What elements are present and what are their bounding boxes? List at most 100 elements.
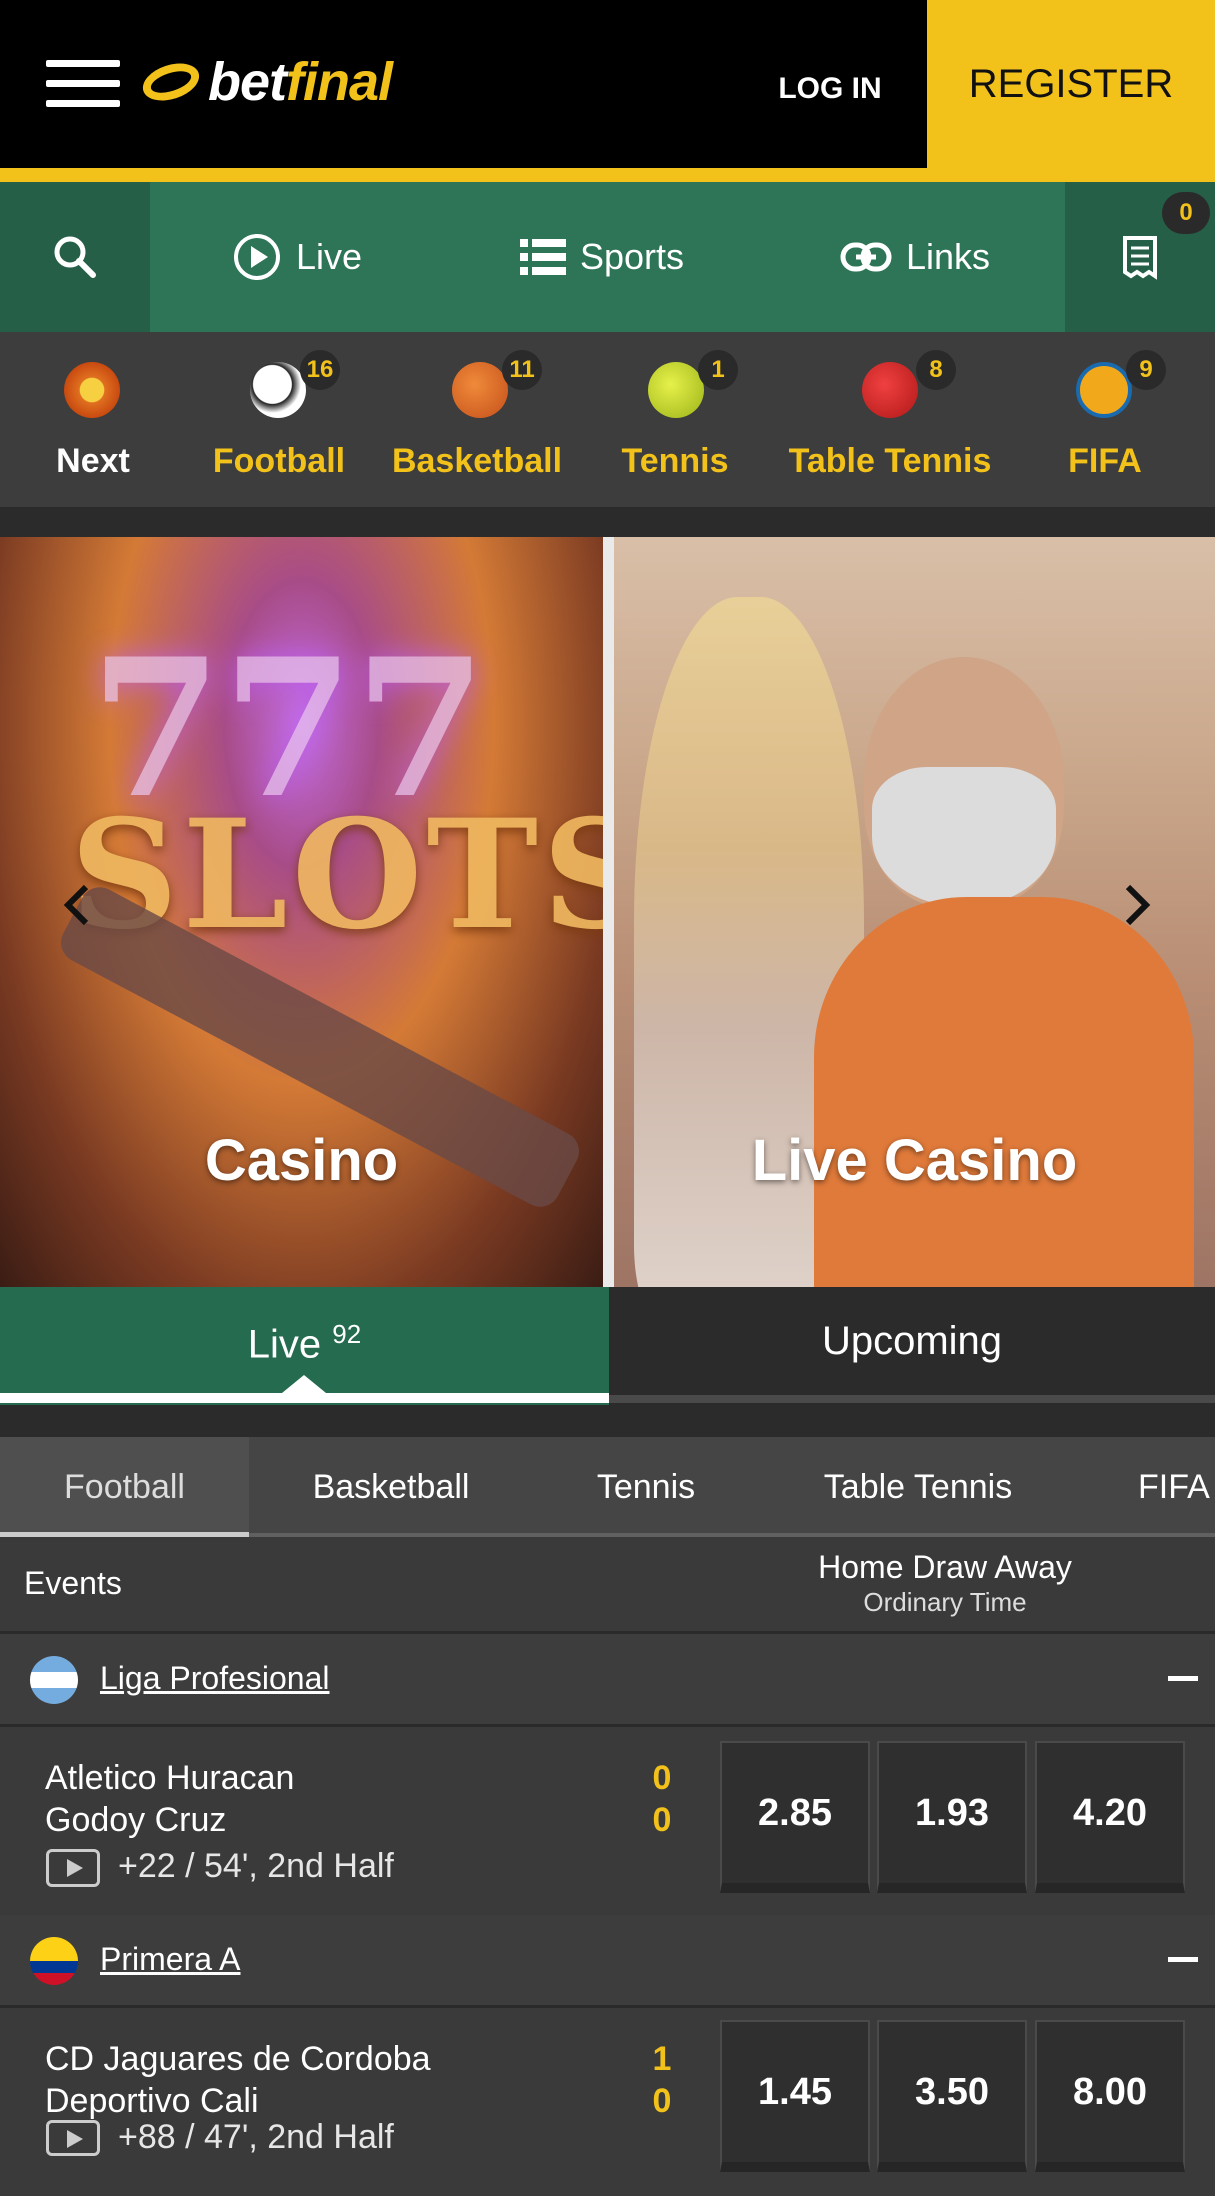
league-name[interactable]: Primera A [100, 1941, 240, 1978]
nav-links: Live Sports Links [150, 182, 1065, 332]
play-circle-icon [234, 234, 280, 280]
main-nav: Live Sports Links [0, 182, 1215, 332]
separator [0, 507, 1215, 537]
nav-sports-label: Sports [580, 236, 685, 277]
nav-live-label: Live [296, 236, 363, 277]
nav-links-label: Links [906, 236, 991, 277]
sport-football[interactable]: 16 Football [186, 332, 372, 507]
events-label: Events [24, 1565, 122, 1601]
colombia-flag-icon [30, 1937, 78, 1985]
filter-tab-fifa[interactable]: FIFA [1077, 1437, 1215, 1537]
sport-next[interactable]: Next [0, 332, 186, 507]
logo-text: betfinal [208, 52, 393, 112]
tab-underline [609, 1395, 1215, 1403]
odd-home-button[interactable]: 1.45 [720, 2020, 870, 2172]
away-score: 0 [652, 2082, 672, 2120]
sport-count: 8 [916, 350, 956, 390]
tab-upcoming[interactable]: Upcoming [609, 1287, 1215, 1405]
sport-label: Basketball [391, 442, 563, 480]
filter-tab-tennis[interactable]: Tennis [533, 1437, 759, 1537]
filter-tab-table-tennis[interactable]: Table Tennis [759, 1437, 1077, 1537]
table-tennis-icon [862, 362, 918, 418]
sport-label: Table Tennis [788, 442, 992, 480]
filter-tab-basketball[interactable]: Basketball [249, 1437, 533, 1537]
beard-image [872, 767, 1056, 907]
away-team: Godoy Cruz [45, 1801, 227, 1839]
home-score: 1 [652, 2040, 672, 2078]
sport-count: 1 [698, 350, 738, 390]
odd-away-button[interactable]: 8.00 [1035, 2020, 1185, 2172]
live-upcoming-tabs: Live 92 Upcoming [0, 1287, 1215, 1405]
nav-links-item[interactable]: Links [840, 182, 990, 332]
sport-label: Next [56, 442, 130, 480]
tab-live-label: Live [247, 1322, 322, 1367]
football-icon [250, 362, 306, 418]
home-team: Atletico Huracan [45, 1759, 295, 1797]
market-label: Home Draw Away [818, 1549, 1072, 1585]
header-accent-line [0, 168, 1215, 182]
basketball-icon [452, 362, 508, 418]
sport-tennis[interactable]: 1 Tennis [582, 332, 768, 507]
sport-fifa[interactable]: 9 FIFA [1012, 332, 1198, 507]
fifa-icon [1076, 362, 1132, 418]
tab-live[interactable]: Live 92 [0, 1287, 609, 1405]
tab-upcoming-label: Upcoming [821, 1319, 1003, 1363]
login-button[interactable]: LOG IN [750, 72, 910, 106]
sport-label: FIFA [1068, 442, 1142, 480]
chevron-left-icon [63, 884, 89, 926]
live-count: 92 [332, 1319, 362, 1349]
sport-count: 16 [300, 350, 340, 390]
match-row[interactable]: Atletico Huracan Godoy Cruz 0 0 +22 / 54… [0, 1727, 1215, 1915]
betslip-icon [1123, 236, 1157, 280]
tennis-ball-icon [648, 362, 704, 418]
link-icon [840, 242, 892, 272]
active-tab-pointer [282, 1375, 326, 1393]
match-info: +88 / 47', 2nd Half [118, 2118, 394, 2156]
carousel-next-button[interactable] [1112, 870, 1162, 940]
nav-live[interactable]: Live [232, 182, 362, 332]
sport-basketball[interactable]: 11 Basketball [372, 332, 582, 507]
live-casino-title: Live Casino [751, 1128, 1078, 1193]
match-row[interactable]: CD Jaguares de Cordoba Deportivo Cali 1 … [0, 2008, 1215, 2196]
home-team: CD Jaguares de Cordoba [45, 2040, 431, 2078]
match-info: +22 / 54', 2nd Half [118, 1847, 394, 1885]
logo[interactable]: betfinal [138, 52, 393, 112]
nav-sports[interactable]: Sports [520, 182, 684, 332]
live-stream-icon[interactable] [46, 2120, 100, 2156]
collapse-icon[interactable] [1168, 1676, 1198, 1681]
events-header: Events Home Draw Away Ordinary Time [0, 1537, 1215, 1634]
away-team: Deportivo Cali [45, 2082, 259, 2120]
tab-live-text: Live 92 [0, 1319, 609, 1367]
home-score: 0 [652, 1759, 672, 1797]
search-button[interactable] [0, 182, 150, 332]
league-name[interactable]: Liga Profesional [100, 1660, 329, 1697]
casino-title: Casino [204, 1128, 399, 1193]
market-sub-label: Ordinary Time [863, 1587, 1027, 1617]
filter-tab-football[interactable]: Football [0, 1437, 249, 1537]
odd-away-button[interactable]: 4.20 [1035, 1741, 1185, 1893]
carousel-prev-button[interactable] [52, 870, 102, 940]
active-tab-underline [0, 1393, 609, 1403]
sport-label: Tennis [621, 442, 729, 480]
league-row: Liga Profesional [0, 1634, 1215, 1727]
sport-count: 11 [502, 350, 542, 390]
menu-icon[interactable] [46, 60, 120, 108]
list-icon [520, 239, 566, 275]
banner-divider [603, 537, 614, 1287]
sport-table-tennis[interactable]: 8 Table Tennis [768, 332, 1012, 507]
orange-sweater-image [814, 897, 1194, 1287]
odd-draw-button[interactable]: 3.50 [877, 2020, 1027, 2172]
logo-mark-icon [138, 56, 204, 108]
collapse-icon[interactable] [1168, 1957, 1198, 1962]
clock-icon [64, 362, 120, 418]
register-button[interactable]: REGISTER [927, 0, 1215, 168]
odd-draw-button[interactable]: 1.93 [877, 1741, 1027, 1893]
argentina-flag-icon [30, 1656, 78, 1704]
separator [0, 1405, 1215, 1437]
odd-home-button[interactable]: 2.85 [720, 1741, 870, 1893]
sport-filter-tabs: Football Basketball Tennis Table Tennis … [0, 1437, 1215, 1537]
live-stream-icon[interactable] [46, 1849, 100, 1887]
search-icon [54, 236, 96, 278]
sports-quick-row: Next 16 Football 11 Basketball 1 Tennis … [0, 332, 1215, 507]
sport-label: Football [212, 442, 346, 480]
